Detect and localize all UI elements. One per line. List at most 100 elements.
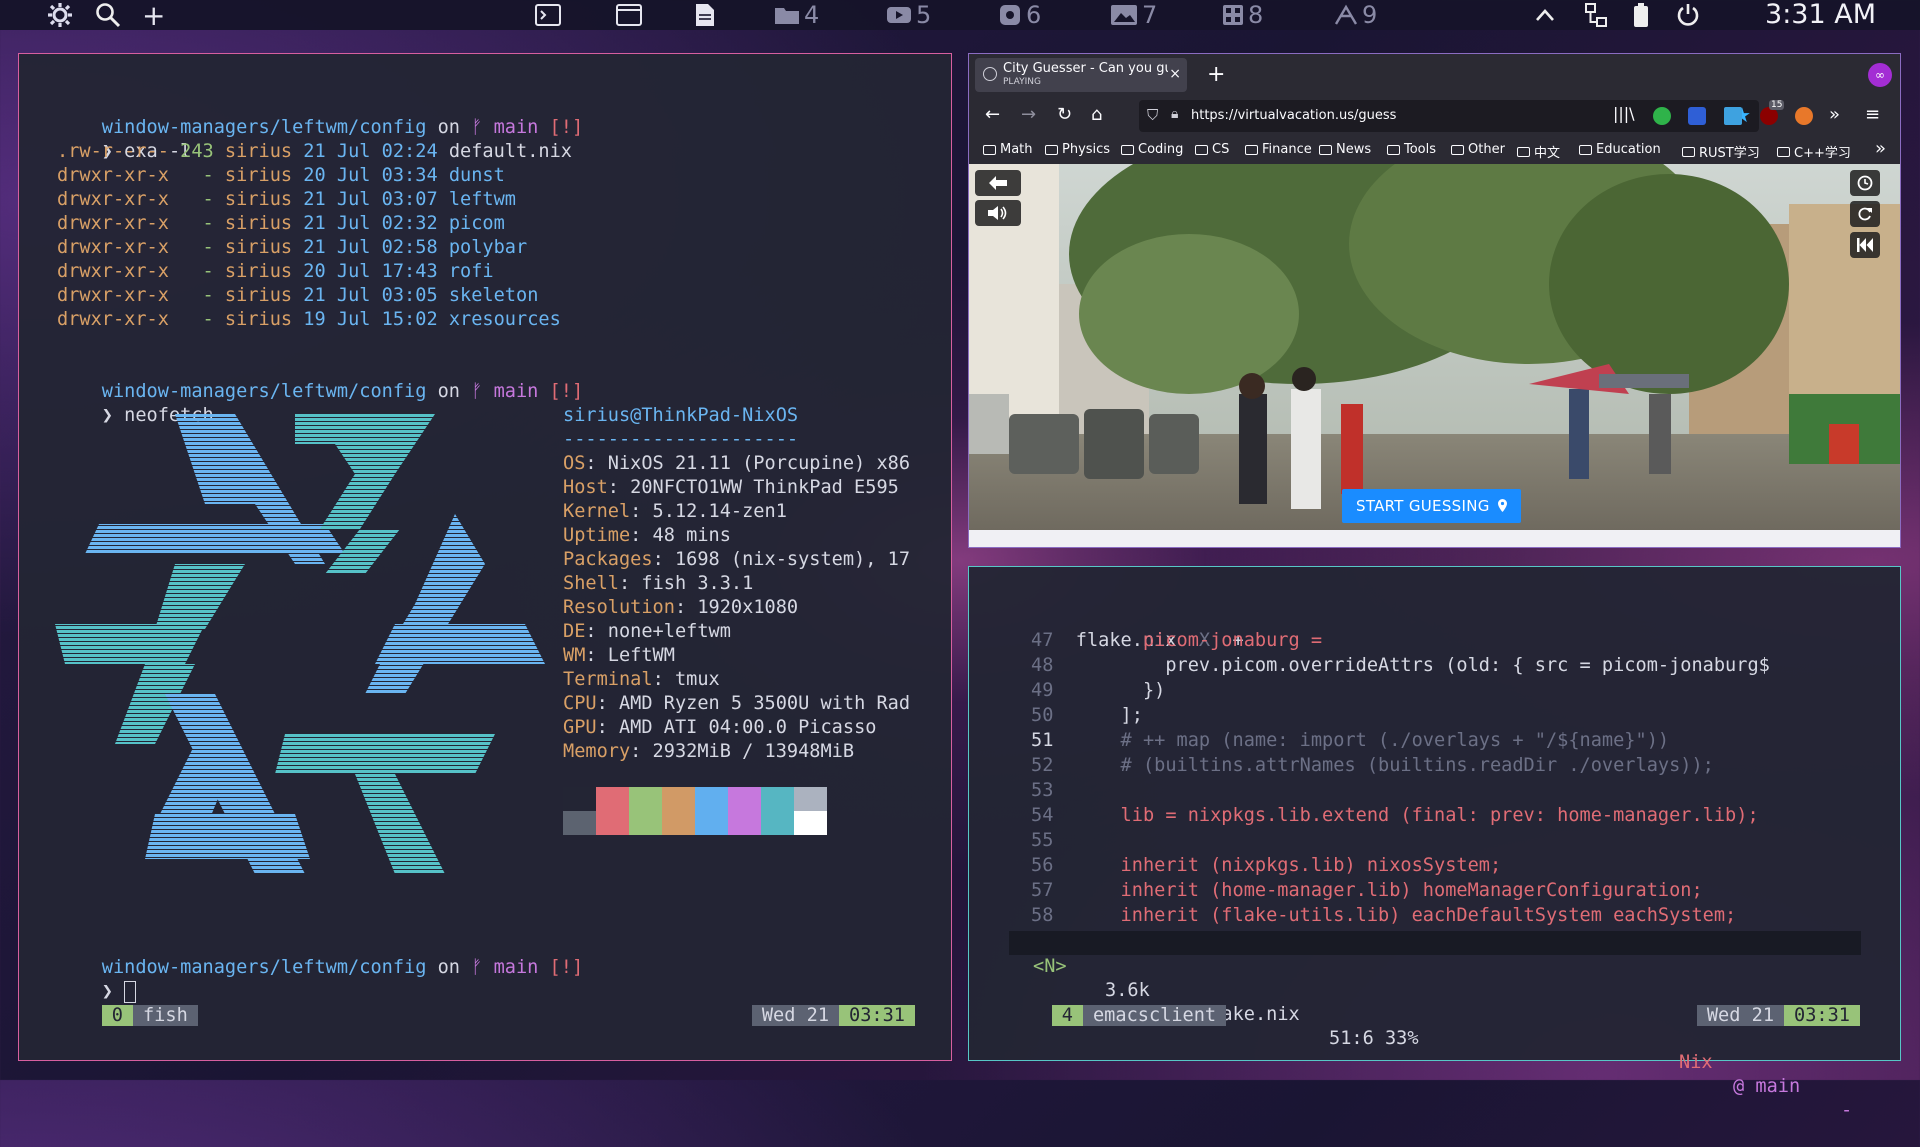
file-owner: sirius [213,309,293,330]
fox-extension-icon[interactable] [1795,107,1813,125]
folder-icon [1777,146,1790,157]
close-icon[interactable]: × [1169,66,1181,82]
folder-icon [1579,144,1592,155]
bookmarks-overflow-icon[interactable]: » [1875,138,1886,159]
lock-icon[interactable]: 🔒︎ [1171,106,1178,122]
bookmark-folder[interactable]: CS [1195,142,1229,157]
neofetch-key: WM [563,645,586,666]
refresh-button[interactable] [1850,201,1880,227]
extension-blue-icon[interactable] [1688,107,1706,125]
bookmark-folder[interactable]: Education [1579,142,1661,157]
bookmark-folder[interactable]: C++学习 [1777,142,1851,161]
network-icon[interactable] [1584,2,1608,28]
neofetch-value: : 48 mins [630,525,731,546]
search-icon[interactable] [95,2,121,28]
tab-city-guesser[interactable]: City Guesser - Can you gues PLAYING × [975,58,1187,92]
neofetch-row: GPU: AMD ATI 04:00.0 Picasso [563,716,876,740]
forward-arrow-icon[interactable]: → [1021,104,1036,125]
speaker-icon [988,206,1007,220]
firefox-window[interactable]: City Guesser - Can you gues PLAYING × + … [968,53,1901,548]
bookmark-folder[interactable]: Tools [1387,142,1436,157]
git-branch-icon: ᚠ [471,117,483,138]
new-tab-icon[interactable]: + [1207,62,1225,87]
bookmark-label: 中文 [1534,146,1561,161]
neofetch-key: CPU [563,693,597,714]
power-icon[interactable] [1676,2,1700,28]
bookmark-folder[interactable]: Coding [1121,142,1183,157]
bookmark-folder[interactable]: RUST学习 [1682,142,1760,161]
back-arrow-button[interactable] [975,170,1021,196]
workspace-5-youtube[interactable]: 5 [886,1,931,29]
hamburger-menu-icon[interactable]: ≡ [1865,104,1880,125]
video-play-icon [887,7,911,23]
library-icon[interactable]: |||\ [1613,104,1635,123]
gutter-gap [1053,805,1075,826]
shield-icon[interactable]: ⛉ [1147,106,1158,124]
file-list-row: drwxr-xr-x - sirius 20 Jul 17:43 rofi [57,260,494,284]
tmux-window-index[interactable]: 0 [101,1005,133,1026]
workspace-9-misc[interactable]: 9 [1334,1,1377,29]
file-name: rofi [437,261,494,282]
bookmark-folder[interactable]: Math [983,142,1033,157]
workspace-7-images[interactable]: 7 [1110,1,1157,29]
terminal-window-left[interactable]: window-managers/leftwm/config on ᚠ main … [18,53,952,1061]
folder-icon [983,144,996,155]
neofetch-key: Packages [563,549,653,570]
nixos-logo [55,414,545,874]
timer-button[interactable] [1850,170,1880,196]
workspace-6-chat[interactable]: 6 [998,1,1041,29]
chevron-up-icon[interactable] [1535,2,1555,28]
neofetch-row: Kernel: 5.12.14-zen1 [563,500,787,524]
gutter-gap [1053,855,1075,876]
neofetch-separator: --------------------- [563,429,799,450]
code-text: prev.picom.overrideAttrs (old: { src = p… [1075,655,1770,676]
back-arrow-icon[interactable]: ← [985,104,1000,125]
bookmark-label: Education [1596,142,1661,157]
tmux-window-name[interactable]: fish [132,1005,198,1026]
neofetch-title: sirius@ThinkPad-NixOS [563,405,799,426]
clock: 3:31 AM [1765,0,1876,30]
palette-swatch [761,787,794,811]
street-view-video[interactable]: START GUESSING [969,164,1900,530]
folder-icon [1245,144,1258,155]
battery-icon[interactable] [1633,2,1649,28]
code-line: 47 picom-jonaburg = [1031,628,1322,653]
emacs-terminal-window[interactable]: flake.nix X + 47 picom-jonaburg = 48 prev… [968,566,1901,1121]
start-guessing-button[interactable]: START GUESSING [1342,489,1521,523]
file-size: - [168,261,214,282]
code-line: 55 [1031,828,1076,853]
file-size: - [168,189,214,210]
workspace-8-calculator[interactable]: 8 [1222,1,1263,29]
overflow-chevrons-icon[interactable]: » [1829,104,1840,125]
home-icon[interactable]: ⌂ [1091,104,1102,125]
neofetch-value: : none+leftwm [585,621,731,642]
workspace-2-browser-icon[interactable] [616,2,642,28]
workspace-3-document-icon[interactable] [695,2,715,28]
reload-icon[interactable]: ↻ [1057,104,1072,125]
line-number: 47 [1031,630,1054,651]
workspace-1-terminal-icon[interactable] [535,2,561,28]
map-pin-icon [1497,499,1507,512]
workspace-4-folder[interactable]: 4 [774,1,819,29]
code-line: 56 inherit (nixpkgs.lib) nixosSystem; [1031,853,1501,878]
add-icon[interactable]: + [142,0,165,32]
settings-gear-icon[interactable] [46,2,74,28]
firefox-account-icon[interactable]: ∞ [1868,63,1892,87]
code-text: inherit (home-manager.lib) homeManagerCo… [1075,880,1703,901]
bookmark-folder[interactable]: Other [1451,142,1505,157]
bookmark-label: Finance [1262,142,1312,157]
bookmark-label: Coding [1138,142,1184,157]
globe-icon [983,67,997,81]
tmux-time: 03:31 [839,1005,915,1026]
tmux-window-name[interactable]: emacsclient [1082,1005,1227,1026]
bookmark-folder[interactable]: News [1319,142,1371,157]
tmux-window-index[interactable]: 4 [1051,1005,1083,1026]
restart-button[interactable] [1850,232,1880,258]
extension-green-icon[interactable] [1653,107,1671,125]
file-size: - [168,285,214,306]
volume-button[interactable] [975,200,1021,226]
save-extension-icon[interactable] [1724,107,1742,125]
bookmark-folder[interactable]: Physics [1045,142,1110,157]
bookmark-folder[interactable]: Finance [1245,142,1312,157]
bookmark-folder[interactable]: 中文 [1517,142,1560,161]
